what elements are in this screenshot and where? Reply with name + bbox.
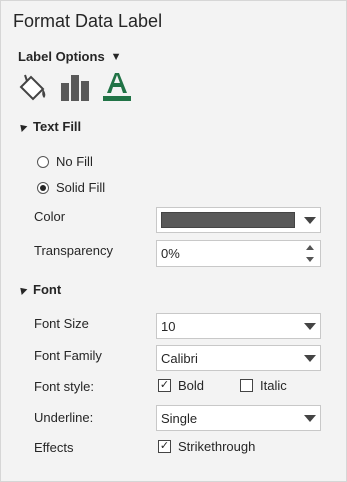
color-label: Color (34, 209, 66, 224)
italic-label: Italic (260, 378, 287, 393)
font-style-label: Font style: (34, 379, 94, 394)
section-title: Font (33, 282, 62, 297)
underline-dropdown[interactable]: Single (156, 405, 321, 431)
font-family-label: Font Family (34, 348, 102, 363)
font-size-value: 10 (161, 318, 176, 334)
strikethrough-checkbox[interactable]: ✓ (158, 440, 171, 453)
caret-down-icon (306, 257, 314, 263)
solid-fill-option[interactable]: Solid Fill (37, 180, 105, 195)
transparency-spinner[interactable]: 0% (156, 240, 321, 267)
no-fill-option[interactable]: No Fill (37, 154, 93, 169)
solid-fill-label: Solid Fill (56, 180, 106, 195)
italic-checkbox[interactable] (240, 379, 253, 392)
transparency-value[interactable]: 0% (157, 246, 300, 261)
pane-title: Format Data Label (13, 11, 163, 31)
size-properties-icon[interactable] (59, 71, 89, 101)
chevron-down-icon (304, 414, 316, 422)
color-swatch (161, 212, 295, 228)
font-family-dropdown[interactable]: Calibri (156, 345, 321, 371)
chevron-down-icon (304, 216, 316, 224)
underline-dropdown-button[interactable] (299, 406, 320, 430)
font-size-label: Font Size (34, 316, 89, 331)
effects-label: Effects (34, 440, 74, 455)
fill-line-icon[interactable] (17, 71, 47, 101)
spin-down-button[interactable] (300, 254, 320, 267)
font-size-dropdown[interactable]: 10 (156, 313, 321, 339)
no-fill-label: No Fill (56, 154, 93, 169)
collapse-triangle-icon (17, 121, 28, 132)
font-family-value: Calibri (161, 350, 198, 366)
chevron-down-icon (304, 354, 316, 362)
radio-solid-fill[interactable] (37, 181, 49, 194)
underline-label: Underline: (34, 410, 94, 425)
text-options-icon[interactable] (101, 71, 131, 101)
spin-up-button[interactable] (300, 241, 320, 254)
color-dropdown-button[interactable] (299, 208, 320, 232)
chevron-down-icon: ▼ (110, 50, 122, 63)
strikethrough-label: Strikethrough (178, 439, 256, 454)
transparency-label: Transparency (34, 243, 113, 258)
radio-no-fill[interactable] (37, 155, 49, 168)
bold-option[interactable]: ✓ Bold (158, 378, 204, 393)
underline-value: Single (161, 410, 198, 426)
label-options-label: Label Options (18, 49, 105, 64)
format-data-label-pane: Format Data Label Label Options ▼ Text F… (0, 0, 347, 482)
strikethrough-option[interactable]: ✓ Strikethrough (158, 439, 255, 454)
font-size-dropdown-button[interactable] (299, 314, 320, 338)
section-title: Text Fill (33, 119, 82, 134)
text-fill-section-header[interactable]: Text Fill (17, 119, 81, 134)
label-options-menu[interactable]: Label Options ▼ (18, 49, 122, 64)
caret-up-icon (306, 244, 314, 250)
chevron-down-icon (304, 322, 316, 330)
font-family-dropdown-button[interactable] (299, 346, 320, 370)
options-icon-tabs (17, 71, 131, 101)
italic-option[interactable]: Italic (240, 378, 287, 393)
bold-checkbox[interactable]: ✓ (158, 379, 171, 392)
font-section-header[interactable]: Font (17, 282, 61, 297)
collapse-triangle-icon (17, 284, 28, 295)
color-picker[interactable] (156, 207, 321, 233)
bold-label: Bold (178, 378, 205, 393)
